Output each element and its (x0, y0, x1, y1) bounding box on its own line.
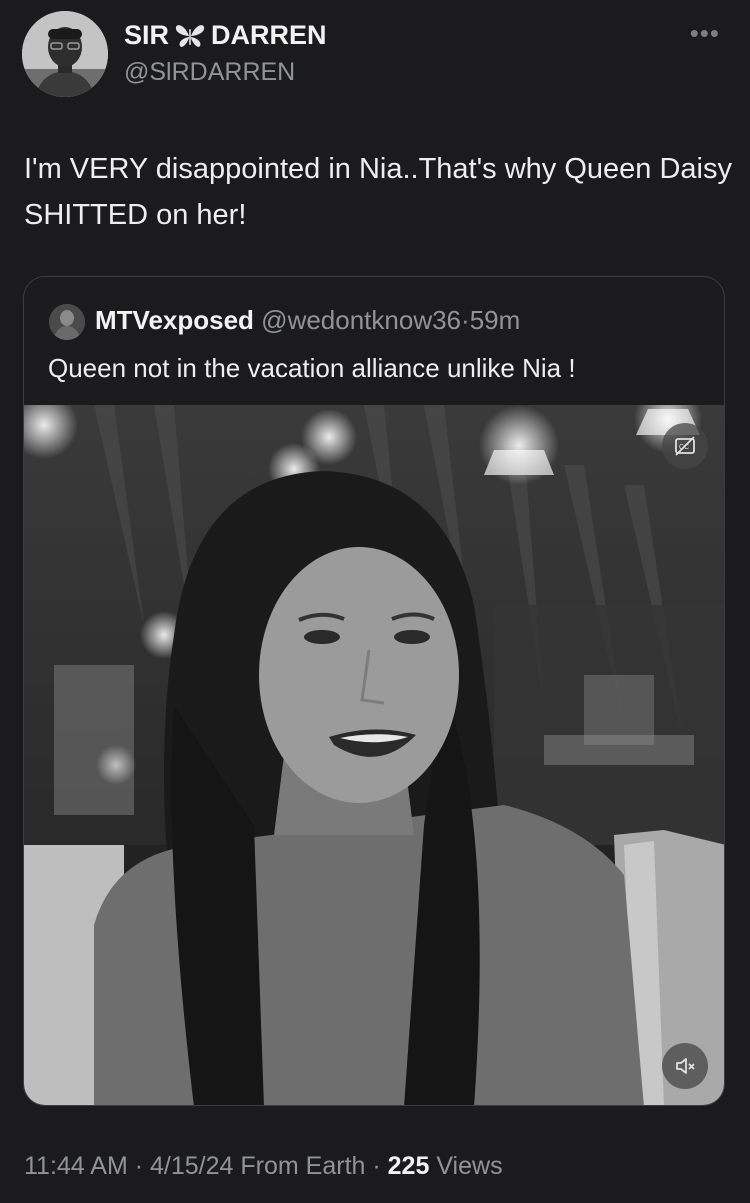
quoted-separator: · (461, 305, 470, 335)
tweet-metadata: 11:44 AM · 4/15/24 From Earth · 225 View… (24, 1152, 503, 1181)
quoted-avatar-image (49, 304, 85, 340)
author-display-name[interactable]: SIR DARREN (124, 20, 327, 51)
tweet-date[interactable]: 4/15/24 (150, 1152, 233, 1180)
tweet-text: I'm VERY disappointed in Nia..That's why… (24, 153, 732, 231)
quoted-author-handle[interactable]: @wedontknow36 (261, 305, 461, 335)
captions-off-icon: CC (675, 436, 695, 456)
tweet-source: From Earth (240, 1152, 366, 1180)
quoted-time[interactable]: 59m (470, 305, 521, 335)
tweet-time[interactable]: 11:44 AM (24, 1152, 128, 1180)
quoted-tweet[interactable]: MTVexposed @wedontknow36·59m Queen not i… (23, 276, 725, 1106)
metadata-separator: · (372, 1152, 381, 1180)
metadata-separator: · (134, 1152, 144, 1180)
author-handle[interactable]: @SlRDARREN (124, 58, 295, 87)
quoted-author-avatar[interactable] (49, 304, 85, 340)
captions-off-button[interactable]: CC (662, 423, 708, 469)
author-avatar[interactable] (22, 11, 108, 97)
video-player[interactable]: CC (24, 405, 724, 1105)
views-label: Views (436, 1152, 503, 1180)
author-name-last: DARREN (211, 20, 327, 50)
quoted-header: MTVexposed @wedontknow36·59m (95, 305, 520, 336)
quoted-author-name[interactable]: MTVexposed (95, 305, 254, 335)
mute-button[interactable] (662, 1043, 708, 1089)
butterfly-icon (175, 23, 205, 49)
video-frame (24, 405, 724, 1105)
quoted-text: Queen not in the vacation alliance unlik… (48, 353, 576, 383)
avatar-image (22, 11, 108, 97)
author-name-first: SIR (124, 20, 170, 50)
more-options-icon[interactable]: ••• (690, 20, 720, 46)
views-count[interactable]: 225 (388, 1152, 430, 1180)
speaker-muted-icon (676, 1058, 695, 1074)
